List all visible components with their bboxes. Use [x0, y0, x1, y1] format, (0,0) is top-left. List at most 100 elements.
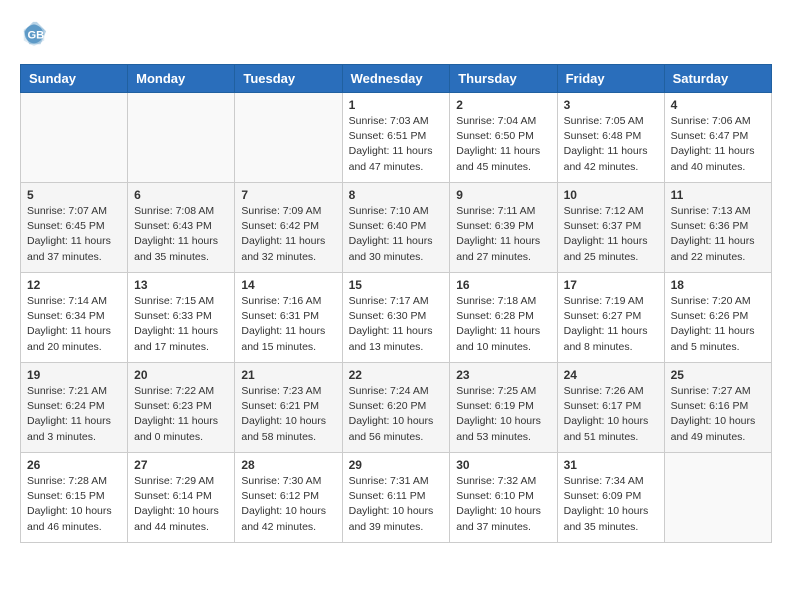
day-info: Sunrise: 7:18 AM Sunset: 6:28 PM Dayligh… — [456, 294, 550, 355]
day-info: Sunrise: 7:23 AM Sunset: 6:21 PM Dayligh… — [241, 384, 335, 445]
calendar-table: SundayMondayTuesdayWednesdayThursdayFrid… — [20, 64, 772, 543]
page-header: GB — [20, 20, 772, 48]
calendar-cell: 15 Sunrise: 7:17 AM Sunset: 6:30 PM Dayli… — [342, 273, 450, 363]
calendar-cell: 3 Sunrise: 7:05 AM Sunset: 6:48 PM Daylig… — [557, 93, 664, 183]
calendar-cell: 4 Sunrise: 7:06 AM Sunset: 6:47 PM Daylig… — [664, 93, 771, 183]
day-number: 20 — [134, 368, 228, 382]
day-number: 4 — [671, 98, 765, 112]
weekday-header-tuesday: Tuesday — [235, 65, 342, 93]
day-number: 26 — [27, 458, 121, 472]
day-number: 25 — [671, 368, 765, 382]
logo: GB — [20, 20, 50, 48]
calendar-cell — [235, 93, 342, 183]
day-number: 7 — [241, 188, 335, 202]
day-info: Sunrise: 7:05 AM Sunset: 6:48 PM Dayligh… — [564, 114, 658, 175]
calendar-cell: 25 Sunrise: 7:27 AM Sunset: 6:16 PM Dayli… — [664, 363, 771, 453]
day-info: Sunrise: 7:28 AM Sunset: 6:15 PM Dayligh… — [27, 474, 121, 535]
calendar-cell: 9Sunrise: 7:11 AM Sunset: 6:39 PM Daylig… — [450, 183, 557, 273]
day-info: Sunrise: 7:07 AM Sunset: 6:45 PM Dayligh… — [27, 204, 121, 265]
day-info: Sunrise: 7:29 AM Sunset: 6:14 PM Dayligh… — [134, 474, 228, 535]
day-number: 9 — [456, 188, 550, 202]
calendar-cell — [128, 93, 235, 183]
day-info: Sunrise: 7:20 AM Sunset: 6:26 PM Dayligh… — [671, 294, 765, 355]
day-info: Sunrise: 7:30 AM Sunset: 6:12 PM Dayligh… — [241, 474, 335, 535]
day-number: 1 — [349, 98, 444, 112]
calendar-week-row: 12 Sunrise: 7:14 AM Sunset: 6:34 PM Dayli… — [21, 273, 772, 363]
day-info: Sunrise: 7:17 AM Sunset: 6:30 PM Dayligh… — [349, 294, 444, 355]
calendar-cell: 20 Sunrise: 7:22 AM Sunset: 6:23 PM Dayli… — [128, 363, 235, 453]
day-info: Sunrise: 7:27 AM Sunset: 6:16 PM Dayligh… — [671, 384, 765, 445]
svg-text:GB: GB — [27, 30, 44, 42]
day-number: 12 — [27, 278, 121, 292]
calendar-cell: 6 Sunrise: 7:08 AM Sunset: 6:43 PM Daylig… — [128, 183, 235, 273]
logo-icon: GB — [20, 20, 48, 48]
calendar-cell: 14Sunrise: 7:16 AM Sunset: 6:31 PM Dayli… — [235, 273, 342, 363]
day-info: Sunrise: 7:32 AM Sunset: 6:10 PM Dayligh… — [456, 474, 550, 535]
day-number: 11 — [671, 188, 765, 202]
day-info: Sunrise: 7:21 AM Sunset: 6:24 PM Dayligh… — [27, 384, 121, 445]
calendar-cell: 16 Sunrise: 7:18 AM Sunset: 6:28 PM Dayli… — [450, 273, 557, 363]
day-number: 29 — [349, 458, 444, 472]
weekday-header-wednesday: Wednesday — [342, 65, 450, 93]
day-info: Sunrise: 7:31 AM Sunset: 6:11 PM Dayligh… — [349, 474, 444, 535]
weekday-header-sunday: Sunday — [21, 65, 128, 93]
calendar-week-row: 19Sunrise: 7:21 AM Sunset: 6:24 PM Dayli… — [21, 363, 772, 453]
calendar-cell: 19Sunrise: 7:21 AM Sunset: 6:24 PM Dayli… — [21, 363, 128, 453]
day-info: Sunrise: 7:14 AM Sunset: 6:34 PM Dayligh… — [27, 294, 121, 355]
day-number: 15 — [349, 278, 444, 292]
day-info: Sunrise: 7:09 AM Sunset: 6:42 PM Dayligh… — [241, 204, 335, 265]
weekday-header-row: SundayMondayTuesdayWednesdayThursdayFrid… — [21, 65, 772, 93]
calendar-cell: 1Sunrise: 7:03 AM Sunset: 6:51 PM Daylig… — [342, 93, 450, 183]
day-info: Sunrise: 7:19 AM Sunset: 6:27 PM Dayligh… — [564, 294, 658, 355]
day-number: 30 — [456, 458, 550, 472]
day-number: 28 — [241, 458, 335, 472]
day-info: Sunrise: 7:04 AM Sunset: 6:50 PM Dayligh… — [456, 114, 550, 175]
day-number: 31 — [564, 458, 658, 472]
calendar-cell: 21 Sunrise: 7:23 AM Sunset: 6:21 PM Dayli… — [235, 363, 342, 453]
calendar-cell: 18 Sunrise: 7:20 AM Sunset: 6:26 PM Dayli… — [664, 273, 771, 363]
day-number: 24 — [564, 368, 658, 382]
weekday-header-monday: Monday — [128, 65, 235, 93]
calendar-cell: 7 Sunrise: 7:09 AM Sunset: 6:42 PM Daylig… — [235, 183, 342, 273]
calendar-cell — [21, 93, 128, 183]
day-info: Sunrise: 7:34 AM Sunset: 6:09 PM Dayligh… — [564, 474, 658, 535]
day-number: 5 — [27, 188, 121, 202]
weekday-header-saturday: Saturday — [664, 65, 771, 93]
day-info: Sunrise: 7:26 AM Sunset: 6:17 PM Dayligh… — [564, 384, 658, 445]
day-number: 8 — [349, 188, 444, 202]
day-number: 6 — [134, 188, 228, 202]
calendar-cell: 31 Sunrise: 7:34 AM Sunset: 6:09 PM Dayli… — [557, 453, 664, 543]
calendar-cell: 28 Sunrise: 7:30 AM Sunset: 6:12 PM Dayli… — [235, 453, 342, 543]
calendar-cell: 29 Sunrise: 7:31 AM Sunset: 6:11 PM Dayli… — [342, 453, 450, 543]
day-number: 2 — [456, 98, 550, 112]
day-number: 16 — [456, 278, 550, 292]
calendar-cell: 10Sunrise: 7:12 AM Sunset: 6:37 PM Dayli… — [557, 183, 664, 273]
calendar-cell: 24 Sunrise: 7:26 AM Sunset: 6:17 PM Dayli… — [557, 363, 664, 453]
day-number: 17 — [564, 278, 658, 292]
calendar-cell: 8 Sunrise: 7:10 AM Sunset: 6:40 PM Daylig… — [342, 183, 450, 273]
day-info: Sunrise: 7:22 AM Sunset: 6:23 PM Dayligh… — [134, 384, 228, 445]
day-info: Sunrise: 7:08 AM Sunset: 6:43 PM Dayligh… — [134, 204, 228, 265]
calendar-cell — [664, 453, 771, 543]
calendar-cell: 11 Sunrise: 7:13 AM Sunset: 6:36 PM Dayli… — [664, 183, 771, 273]
calendar-cell: 5 Sunrise: 7:07 AM Sunset: 6:45 PM Daylig… — [21, 183, 128, 273]
calendar-week-row: 1Sunrise: 7:03 AM Sunset: 6:51 PM Daylig… — [21, 93, 772, 183]
day-number: 21 — [241, 368, 335, 382]
day-info: Sunrise: 7:06 AM Sunset: 6:47 PM Dayligh… — [671, 114, 765, 175]
weekday-header-friday: Friday — [557, 65, 664, 93]
calendar-cell: 26 Sunrise: 7:28 AM Sunset: 6:15 PM Dayli… — [21, 453, 128, 543]
day-number: 27 — [134, 458, 228, 472]
day-info: Sunrise: 7:13 AM Sunset: 6:36 PM Dayligh… — [671, 204, 765, 265]
day-number: 10 — [564, 188, 658, 202]
weekday-header-thursday: Thursday — [450, 65, 557, 93]
day-number: 14 — [241, 278, 335, 292]
calendar-cell: 12 Sunrise: 7:14 AM Sunset: 6:34 PM Dayli… — [21, 273, 128, 363]
calendar-cell: 30 Sunrise: 7:32 AM Sunset: 6:10 PM Dayli… — [450, 453, 557, 543]
day-number: 3 — [564, 98, 658, 112]
day-number: 18 — [671, 278, 765, 292]
calendar-week-row: 5 Sunrise: 7:07 AM Sunset: 6:45 PM Daylig… — [21, 183, 772, 273]
calendar-cell: 22Sunrise: 7:24 AM Sunset: 6:20 PM Dayli… — [342, 363, 450, 453]
day-info: Sunrise: 7:10 AM Sunset: 6:40 PM Dayligh… — [349, 204, 444, 265]
calendar-cell: 2 Sunrise: 7:04 AM Sunset: 6:50 PM Daylig… — [450, 93, 557, 183]
day-info: Sunrise: 7:24 AM Sunset: 6:20 PM Dayligh… — [349, 384, 444, 445]
